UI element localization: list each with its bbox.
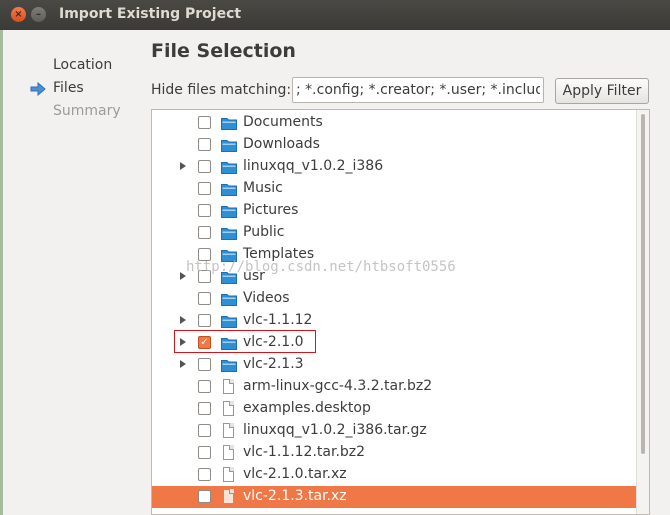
row-checkbox[interactable] — [198, 490, 211, 503]
row-checkbox[interactable] — [198, 314, 211, 327]
row-checkbox[interactable] — [198, 160, 211, 173]
tree-row[interactable]: linuxqq_v1.0.2_i386 — [152, 156, 636, 178]
row-checkbox[interactable] — [198, 380, 211, 393]
tree-row[interactable]: Documents — [152, 112, 636, 134]
row-checkbox[interactable] — [198, 402, 211, 415]
file-icon — [223, 401, 234, 416]
folder-icon — [221, 294, 237, 306]
row-checkbox[interactable] — [198, 226, 211, 239]
tree-row-label: arm-linux-gcc-4.3.2.tar.bz2 — [243, 378, 433, 394]
tree-row[interactable]: vlc-1.1.12 — [152, 310, 636, 332]
folder-icon — [221, 162, 237, 174]
page-title: File Selection — [151, 40, 296, 62]
tree-row[interactable]: Pictures — [152, 200, 636, 222]
tree-row-label: Videos — [243, 290, 290, 306]
tree-scrollbar[interactable] — [636, 110, 649, 514]
tree-row[interactable]: Music — [152, 178, 636, 200]
expand-arrow-icon[interactable] — [180, 316, 186, 324]
row-checkbox[interactable] — [198, 358, 211, 371]
tree-row-label: linuxqq_v1.0.2_i386 — [243, 158, 384, 174]
row-checkbox[interactable] — [198, 116, 211, 129]
row-checkbox[interactable] — [198, 204, 211, 217]
folder-icon — [221, 140, 237, 152]
scrollbar-thumb[interactable] — [641, 114, 645, 454]
row-checkbox[interactable] — [198, 446, 211, 459]
row-checkbox[interactable] — [198, 182, 211, 195]
tree-row-label: Downloads — [243, 136, 320, 152]
row-checkbox[interactable] — [198, 292, 211, 305]
folder-icon — [221, 206, 237, 218]
tree-row[interactable]: vlc-2.1.3.tar.xz — [152, 486, 636, 508]
folder-icon — [221, 184, 237, 196]
tree-row-label: Pictures — [243, 202, 299, 218]
tree-row[interactable]: Public — [152, 222, 636, 244]
tree-row[interactable]: vlc-1.1.12.tar.bz2 — [152, 442, 636, 464]
minimize-icon[interactable]: – — [31, 7, 46, 22]
tree-row[interactable]: vlc-2.1.0.tar.xz — [152, 464, 636, 486]
tree-row[interactable]: examples.desktop — [152, 398, 636, 420]
tree-row-label: Music — [243, 180, 283, 196]
expand-arrow-icon[interactable] — [180, 162, 186, 170]
folder-icon — [221, 316, 237, 328]
row-checkbox[interactable] — [198, 424, 211, 437]
window-title: Import Existing Project — [59, 6, 242, 22]
file-icon — [223, 423, 234, 438]
title-bar: × – Import Existing Project — [0, 0, 670, 30]
folder-icon — [221, 118, 237, 130]
tree-row-label: vlc-2.1.0.tar.xz — [243, 466, 347, 482]
nav-item-summary: Summary — [53, 103, 121, 119]
file-tree[interactable]: vlc-2.1.3.tar.xz vlc-2.1.0.tar.xz vlc-1.1.… — [151, 109, 650, 515]
row-checkbox[interactable] — [198, 468, 211, 481]
close-icon[interactable]: × — [11, 7, 26, 22]
tree-row-label: Documents — [243, 114, 323, 130]
folder-icon — [221, 360, 237, 372]
arrow-right-icon — [30, 82, 46, 96]
nav-item-files[interactable]: Files — [53, 80, 84, 96]
watermark: http://blog.csdn.net/htbsoft0556 — [186, 259, 456, 275]
tree-row-label: vlc-2.1.3.tar.xz — [243, 488, 347, 504]
tree-row-label: vlc-1.1.12 — [243, 312, 313, 328]
tree-row[interactable]: vlc-2.1.3 — [152, 354, 636, 376]
tree-row[interactable]: Videos — [152, 288, 636, 310]
file-icon — [223, 445, 234, 460]
tree-row[interactable]: Downloads — [152, 134, 636, 156]
file-icon — [223, 489, 234, 504]
tree-row-label: linuxqq_v1.0.2_i386.tar.gz — [243, 422, 427, 438]
highlight-box — [174, 330, 316, 353]
apply-filter-button[interactable]: Apply Filter — [555, 78, 649, 104]
tree-row-label: Public — [243, 224, 285, 240]
tree-row-label: examples.desktop — [243, 400, 371, 416]
filter-input[interactable] — [292, 77, 544, 103]
expand-arrow-icon[interactable] — [180, 360, 186, 368]
background-window-edge — [0, 30, 3, 515]
tree-row-label: vlc-1.1.12.tar.bz2 — [243, 444, 366, 460]
tree-row[interactable]: arm-linux-gcc-4.3.2.tar.bz2 — [152, 376, 636, 398]
folder-icon — [221, 228, 237, 240]
hide-files-label: Hide files matching: — [151, 82, 292, 98]
file-icon — [223, 379, 234, 394]
tree-row[interactable]: linuxqq_v1.0.2_i386.tar.gz — [152, 420, 636, 442]
nav-item-location[interactable]: Location — [53, 57, 112, 73]
row-checkbox[interactable] — [198, 138, 211, 151]
file-icon — [223, 467, 234, 482]
tree-row-label: vlc-2.1.3 — [243, 356, 304, 372]
